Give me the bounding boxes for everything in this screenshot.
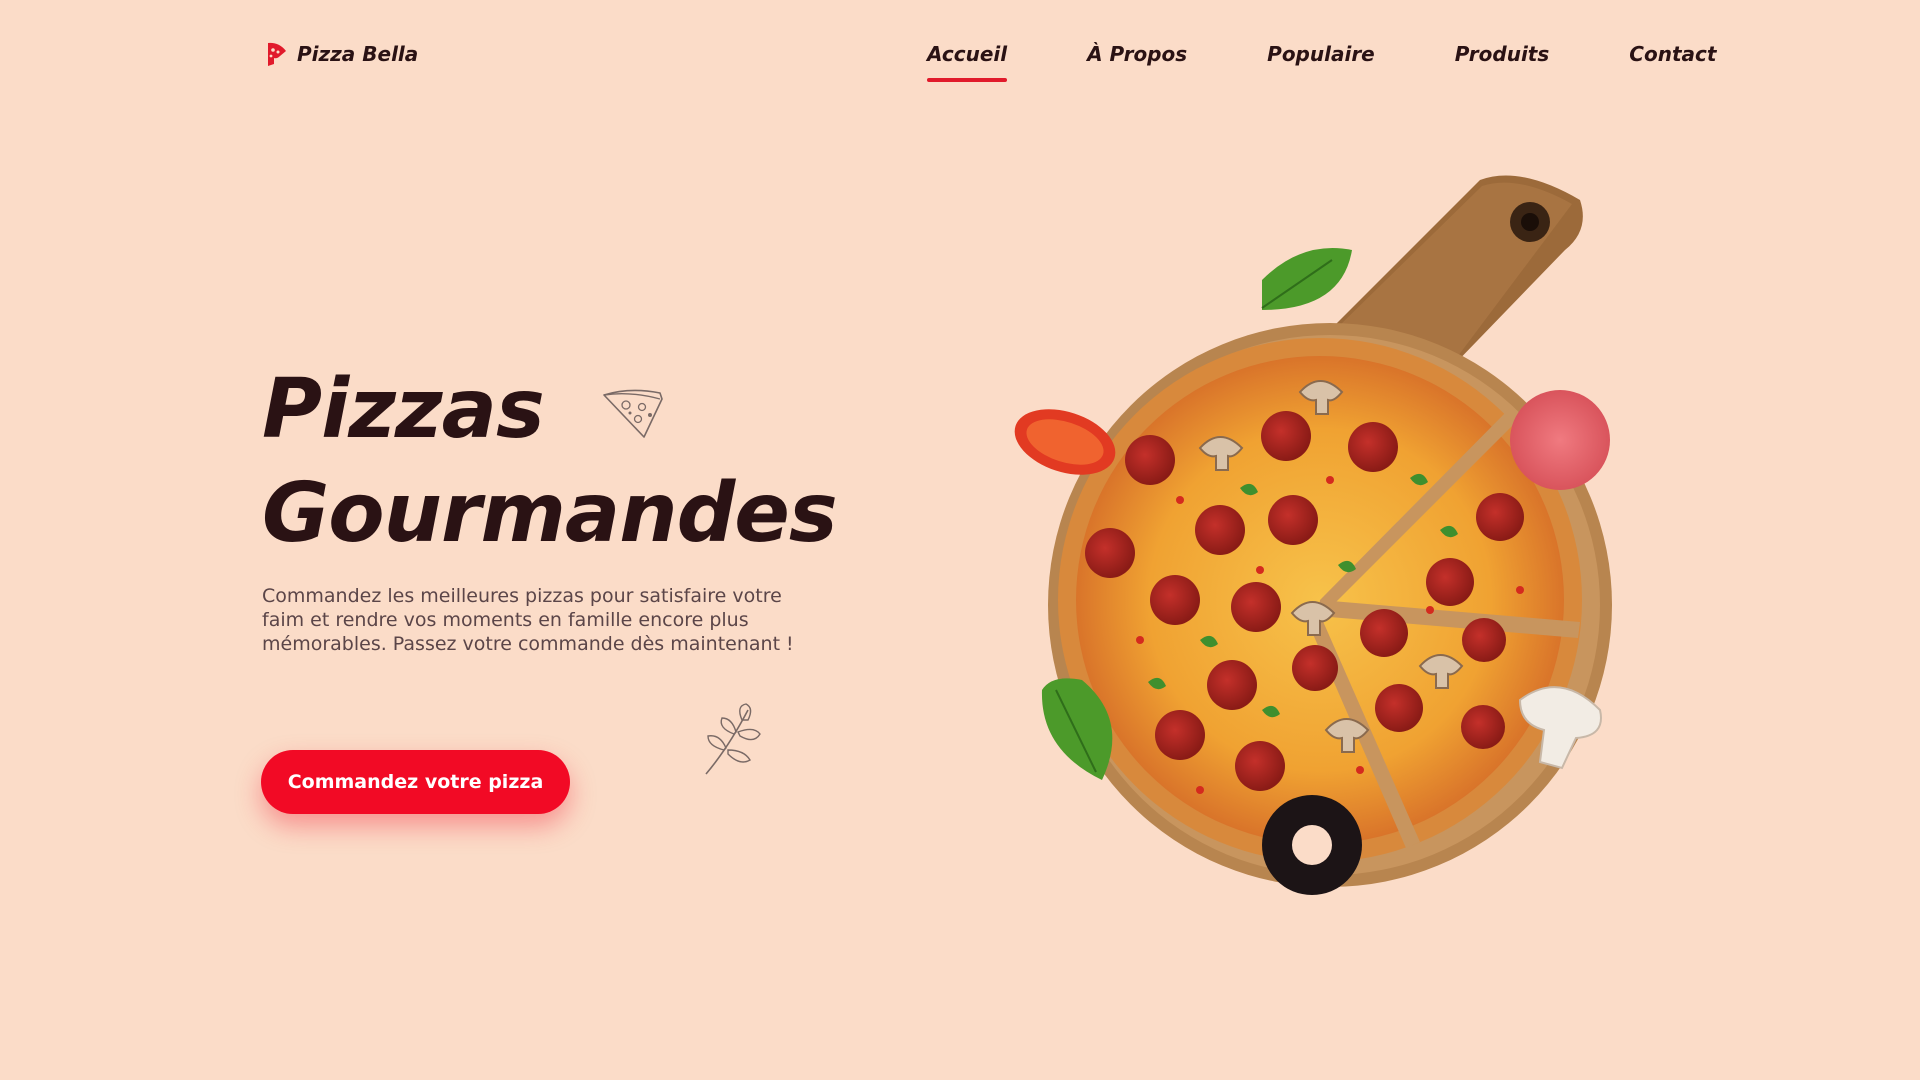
pizza-slice-icon	[268, 42, 286, 66]
pizza-board-image	[1014, 175, 1612, 895]
hero-title-line-1: Pizzas	[262, 362, 545, 457]
herb-doodle-icon	[705, 703, 761, 775]
nav-item-produits[interactable]: Produits	[1455, 38, 1550, 70]
brand-logo[interactable]: Pizza Bella	[265, 40, 418, 68]
nav-item-populaire[interactable]: Populaire	[1267, 38, 1375, 70]
nav-item-accueil[interactable]: Accueil	[927, 38, 1008, 82]
nav-item-a-propos[interactable]: À Propos	[1087, 38, 1187, 70]
landing-page: Pizza Bella Accueil À Propos Populaire P…	[0, 0, 1920, 1080]
hero-title-line-2: Gourmandes	[262, 466, 838, 561]
brand-name: Pizza Bella	[297, 42, 419, 66]
pizza-slice-doodle-icon	[603, 389, 663, 438]
nav-item-contact[interactable]: Contact	[1629, 38, 1716, 70]
hero-description: Commandez les meilleures pizzas pour sat…	[262, 585, 794, 655]
order-pizza-button[interactable]: Commandez votre pizza	[261, 750, 570, 814]
main-nav: Accueil À Propos Populaire Produits Cont…	[927, 38, 1716, 82]
hero-title: Pizzas Gourmandes	[262, 358, 838, 566]
